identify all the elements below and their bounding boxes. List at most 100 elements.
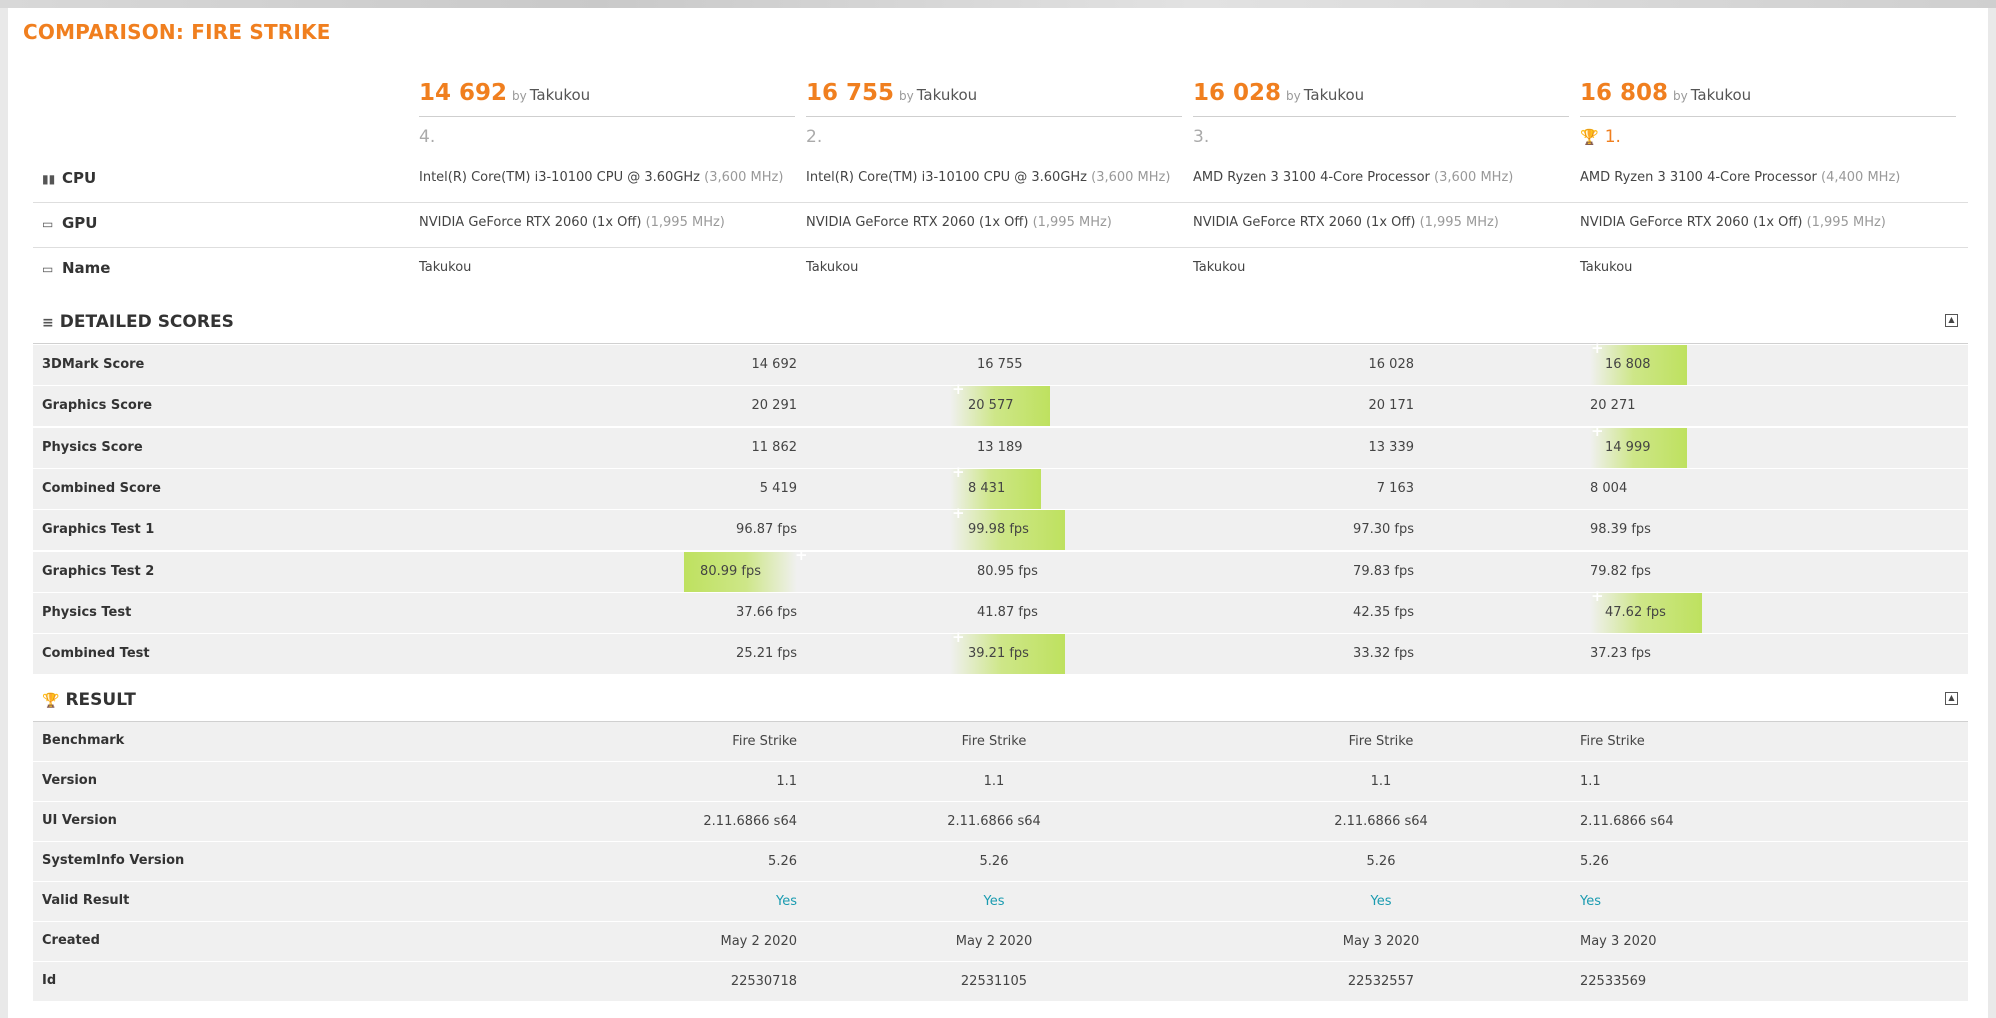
table-row: Physics Test 37.66 fps 41.87 fps 42.35 fps 4… <box>33 587 1968 634</box>
result-value: 5.26 <box>1366 854 1396 869</box>
table-row: Benchmark Fire Strike Fire Strike Fire Stri… <box>33 722 1968 762</box>
score-value: 14 999 <box>1590 427 1687 468</box>
result-value: 5.26 <box>979 854 1009 869</box>
collapse-up-icon[interactable]: ▲ <box>1945 314 1958 327</box>
name-value: Takukou <box>806 260 859 275</box>
result-value: May 2 2020 <box>720 934 798 949</box>
score-value: 37.66 fps <box>736 604 797 620</box>
plus-icon: + <box>1591 421 1604 440</box>
plus-icon: + <box>1591 339 1604 357</box>
gpu-value[interactable]: NVIDIA GeForce RTX 2060 (1x Off) (1,995 … <box>1580 215 1886 230</box>
score-value: 98.39 fps <box>1590 522 1651 538</box>
valid-result-link[interactable]: Yes <box>984 882 1005 921</box>
result-header-2: 16 755 by Takukou <box>806 80 1182 117</box>
user-link[interactable]: Takukou <box>1691 86 1751 104</box>
overall-score[interactable]: 16 808 <box>1580 80 1668 106</box>
cpu-value[interactable]: AMD Ryzen 3 3100 4-Core Processor (4,400… <box>1580 170 1900 185</box>
score-value: 80.99 fps <box>684 551 797 592</box>
result-value: 2.11.6866 s64 <box>947 814 1041 829</box>
score-value: 8 004 <box>1590 480 1628 496</box>
result-section-header[interactable]: 🏆 RESULT ▲ <box>33 681 1968 722</box>
trophy-icon: 🏆 <box>1580 128 1599 146</box>
score-value: 16 755 <box>977 357 1023 372</box>
valid-result-link[interactable]: Yes <box>1580 882 1601 921</box>
score-value: 37.23 fps <box>1590 646 1651 662</box>
table-row: Physics Score 11 862 13 189 13 339 14 999 + <box>33 422 1968 469</box>
gpu-value[interactable]: NVIDIA GeForce RTX 2060 (1x Off) (1,995 … <box>419 215 725 230</box>
result-header-1: 14 692 by Takukou <box>419 80 795 117</box>
table-row: Created May 2 2020 May 2 2020 May 3 2020 May… <box>33 922 1968 962</box>
name-value: Takukou <box>1193 260 1246 275</box>
score-value: 80.95 fps <box>977 563 1038 579</box>
page-title: COMPARISON: FIRE STRIKE <box>23 20 331 44</box>
result-header-4: 16 808 by Takukou <box>1580 80 1956 117</box>
overall-score[interactable]: 16 755 <box>806 80 894 106</box>
laptop-icon: ▭ <box>42 262 54 276</box>
cpu-chip-icon: ▮▮ <box>42 172 56 186</box>
row-label: Id <box>42 973 57 988</box>
score-value: 13 339 <box>1368 439 1415 455</box>
cpu-value[interactable]: AMD Ryzen 3 3100 4-Core Processor (3,600… <box>1193 170 1513 185</box>
result-value: May 3 2020 <box>1580 934 1657 949</box>
score-value: 39.21 fps <box>950 634 1065 675</box>
row-label: Physics Score <box>42 439 143 455</box>
table-row: Graphics Score 20 291 20 577 +20 171 20 271 <box>33 380 1968 428</box>
score-value: 20 291 <box>751 398 798 414</box>
valid-result-link[interactable]: Yes <box>1371 882 1392 921</box>
result-value: 1.1 <box>1580 774 1601 789</box>
result-value: May 2 2020 <box>955 934 1033 949</box>
score-value: 20 171 <box>1368 398 1415 414</box>
rank-label: 1. <box>1604 127 1621 147</box>
plus-icon: + <box>795 545 808 564</box>
list-icon: ≡ <box>42 315 54 331</box>
by-label: by <box>899 89 914 103</box>
table-row: Combined Score 5 419 8 431 +7 163 8 004 <box>33 463 1968 510</box>
cpu-value[interactable]: Intel(R) Core(TM) i3-10100 CPU @ 3.60GHz… <box>806 170 1170 185</box>
detailed-scores-header[interactable]: ≡ DETAILED SCORES ▲ <box>33 303 1968 344</box>
result-value: 1.1 <box>776 774 797 789</box>
row-label: Graphics Test 1 <box>42 522 155 538</box>
rank-label: 4. <box>419 127 436 147</box>
row-label: Combined Test <box>42 646 150 662</box>
result-value: Fire Strike <box>1348 734 1414 749</box>
section-title: DETAILED SCORES <box>59 312 234 332</box>
user-link[interactable]: Takukou <box>530 86 590 104</box>
valid-result-link[interactable]: Yes <box>776 882 797 921</box>
score-value: 33.32 fps <box>1353 646 1414 662</box>
by-label: by <box>1286 89 1301 103</box>
table-row: Graphics Test 1 96.87 fps 99.98 fps +97.30 … <box>33 504 1968 552</box>
result-value: May 3 2020 <box>1342 934 1420 949</box>
score-value: 79.83 fps <box>1353 563 1414 579</box>
score-value: 41.87 fps <box>977 604 1038 620</box>
result-value: 22533569 <box>1580 974 1647 989</box>
overall-score[interactable]: 16 028 <box>1193 80 1281 106</box>
rank-label: 3. <box>1193 127 1210 147</box>
by-label: by <box>512 89 527 103</box>
trophy-icon: 🏆 <box>42 693 60 709</box>
result-value: 2.11.6866 s64 <box>1334 814 1428 829</box>
cpu-value[interactable]: Intel(R) Core(TM) i3-10100 CPU @ 3.60GHz… <box>419 170 783 185</box>
table-row: Version 1.1 1.1 1.1 1.1 <box>33 762 1968 802</box>
score-value: 42.35 fps <box>1353 604 1414 620</box>
row-label: Physics Test <box>42 604 132 620</box>
gpu-value[interactable]: NVIDIA GeForce RTX 2060 (1x Off) (1,995 … <box>1193 215 1499 230</box>
score-value: 96.87 fps <box>736 522 797 538</box>
score-value: 25.21 fps <box>736 646 797 662</box>
name-row: ▭ Name <box>33 248 1968 292</box>
gpu-value[interactable]: NVIDIA GeForce RTX 2060 (1x Off) (1,995 … <box>806 215 1112 230</box>
collapse-up-icon[interactable]: ▲ <box>1945 692 1958 705</box>
table-row: 3DMark Score 14 692 16 755 16 028 16 808 + <box>33 339 1968 386</box>
score-value: 20 271 <box>1590 398 1636 414</box>
score-value: 47.62 fps <box>1590 592 1702 633</box>
gpu-label: ▭ GPU <box>42 214 98 232</box>
result-value: 5.26 <box>1580 854 1609 869</box>
user-link[interactable]: Takukou <box>1304 86 1364 104</box>
name-label: ▭ Name <box>42 259 111 277</box>
overall-score[interactable]: 14 692 <box>419 80 507 106</box>
rank-label: 2. <box>806 127 823 147</box>
user-link[interactable]: Takukou <box>917 86 977 104</box>
score-value: 14 692 <box>751 357 798 372</box>
rank-first: 🏆 1. <box>1580 127 1621 147</box>
row-label: Graphics Score <box>42 398 153 414</box>
score-value: 20 577 <box>950 386 1050 427</box>
